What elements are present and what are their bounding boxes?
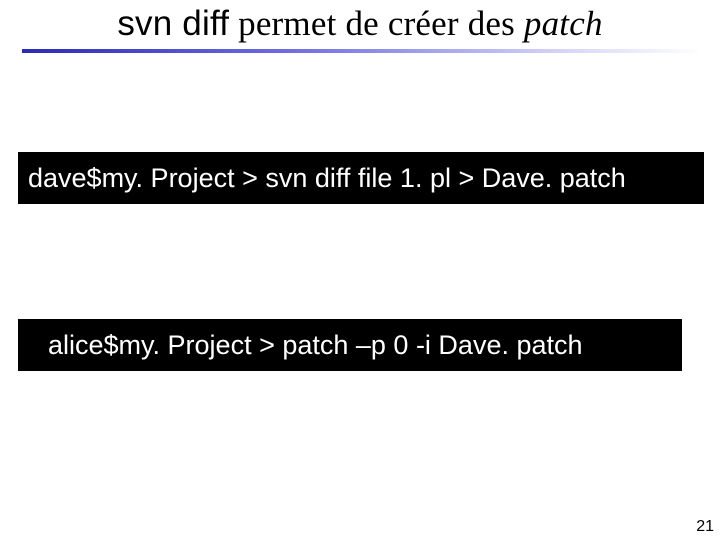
title-command: svn diff bbox=[117, 4, 229, 43]
page-number: 21 bbox=[696, 518, 714, 536]
title-emphasis: patch bbox=[524, 4, 603, 43]
terminal-line-2: alice$my. Project > patch –p 0 -i Dave. … bbox=[18, 319, 682, 371]
title-text: permet de créer des bbox=[229, 4, 524, 43]
slide-title: svn diff permet de créer des patch bbox=[0, 4, 720, 44]
title-underline-rule bbox=[22, 49, 702, 53]
terminal-text-2: alice$my. Project > patch –p 0 -i Dave. … bbox=[48, 330, 583, 361]
slide: svn diff permet de créer des patch dave$… bbox=[0, 0, 720, 540]
terminal-line-1: dave$my. Project > svn diff file 1. pl >… bbox=[18, 152, 704, 204]
terminal-text-1: dave$my. Project > svn diff file 1. pl >… bbox=[28, 163, 626, 194]
